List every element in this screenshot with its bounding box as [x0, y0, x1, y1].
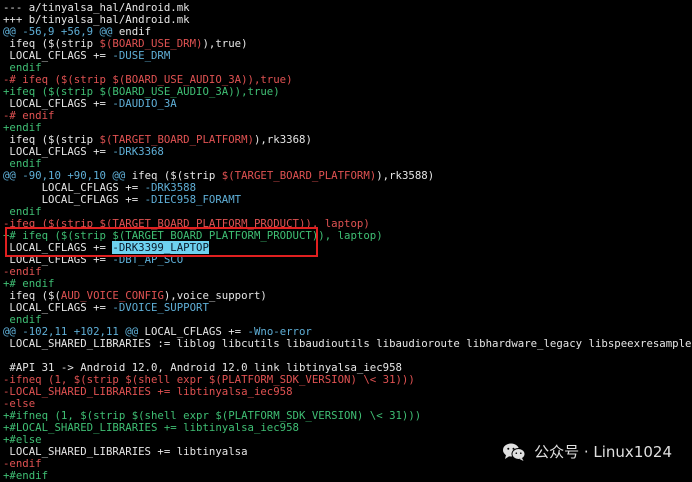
diff-segment: LOCAL_SHARED_LIBRARIES := liblog libcuti…: [3, 337, 692, 350]
diff-segment: -DVOICE_SUPPORT: [112, 301, 209, 314]
diff-segment: $(TARGET_BOARD_PLATFORM): [221, 169, 377, 182]
diff-segment: ),true): [202, 37, 248, 50]
watermark-text: 公众号 · Linux1024: [534, 443, 672, 461]
diff-line: LOCAL_CFLAGS += -DAUDIO_3A: [3, 98, 692, 110]
diff-line: LOCAL_CFLAGS += -DIEC958_FORAMT: [3, 194, 692, 206]
wechat-icon: [502, 442, 526, 462]
diff-segment: ),rk3588): [376, 169, 435, 182]
diff-line: +#endif: [3, 470, 692, 482]
diff-segment: -DUSE_DRM: [112, 49, 171, 62]
diff-line: LOCAL_CFLAGS += -DBT_AP_SCO: [3, 254, 692, 266]
diff-segment: +#endif: [3, 469, 49, 482]
diff-line: -endif: [3, 266, 692, 278]
diff-segment: -DIEC958_FORAMT: [144, 193, 242, 206]
diff-segment: -DAUDIO_3A: [112, 97, 177, 110]
diff-view: --- a/tinyalsa_hal/Android.mk +++ b/tinya…: [3, 2, 692, 482]
diff-line: -# endif: [3, 110, 692, 122]
diff-line: LOCAL_CFLAGS += -DUSE_DRM: [3, 50, 692, 62]
watermark: 公众号 · Linux1024: [502, 442, 672, 462]
diff-segment: -DRK3368: [112, 145, 164, 158]
diff-segment: -DBT_AP_SCO: [112, 253, 184, 266]
diff-line: +#LOCAL_SHARED_LIBRARIES += libtinyalsa_…: [3, 422, 692, 434]
diff-segment: ),rk3368): [253, 133, 312, 146]
diff-segment: -LOCAL_SHARED_LIBRARIES += libtinyalsa_i…: [3, 385, 293, 398]
diff-segment: +#LOCAL_SHARED_LIBRARIES += libtinyalsa_…: [3, 421, 299, 434]
diff-line: -LOCAL_SHARED_LIBRARIES += libtinyalsa_i…: [3, 386, 692, 398]
diff-line: LOCAL_CFLAGS += -DVOICE_SUPPORT: [3, 302, 692, 314]
diff-line: LOCAL_SHARED_LIBRARIES := liblog libcuti…: [3, 338, 692, 350]
diff-line: LOCAL_CFLAGS += -DRK3368: [3, 146, 692, 158]
